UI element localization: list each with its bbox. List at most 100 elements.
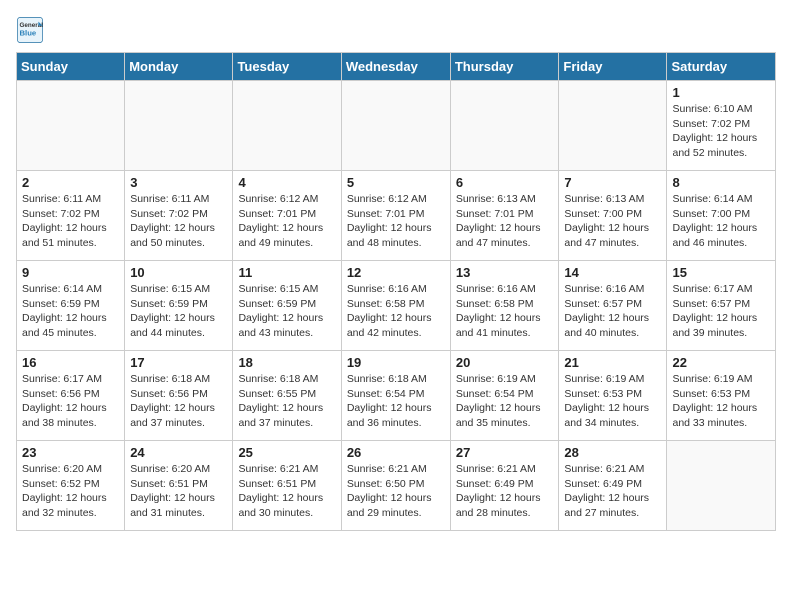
day-number: 18: [238, 355, 335, 370]
calendar-day-cell: [667, 441, 776, 531]
day-info: Sunrise: 6:21 AMSunset: 6:49 PMDaylight:…: [564, 462, 661, 521]
day-number: 5: [347, 175, 445, 190]
day-info: Sunrise: 6:16 AMSunset: 6:58 PMDaylight:…: [347, 282, 445, 341]
day-info: Sunrise: 6:21 AMSunset: 6:50 PMDaylight:…: [347, 462, 445, 521]
day-info: Sunrise: 6:17 AMSunset: 6:56 PMDaylight:…: [22, 372, 119, 431]
calendar-day-header: Friday: [559, 53, 667, 81]
day-number: 3: [130, 175, 227, 190]
day-info: Sunrise: 6:10 AMSunset: 7:02 PMDaylight:…: [672, 102, 770, 161]
calendar-day-cell: 9 Sunrise: 6:14 AMSunset: 6:59 PMDaylight…: [17, 261, 125, 351]
calendar-day-cell: 1 Sunrise: 6:10 AMSunset: 7:02 PMDaylight…: [667, 81, 776, 171]
calendar-day-cell: 25 Sunrise: 6:21 AMSunset: 6:51 PMDayligh…: [233, 441, 341, 531]
calendar-day-cell: 7 Sunrise: 6:13 AMSunset: 7:00 PMDaylight…: [559, 171, 667, 261]
day-info: Sunrise: 6:19 AMSunset: 6:54 PMDaylight:…: [456, 372, 554, 431]
calendar-day-cell: 3 Sunrise: 6:11 AMSunset: 7:02 PMDaylight…: [125, 171, 233, 261]
day-info: Sunrise: 6:14 AMSunset: 6:59 PMDaylight:…: [22, 282, 119, 341]
day-number: 24: [130, 445, 227, 460]
calendar-body: 1 Sunrise: 6:10 AMSunset: 7:02 PMDaylight…: [17, 81, 776, 531]
calendar-day-cell: 10 Sunrise: 6:15 AMSunset: 6:59 PMDayligh…: [125, 261, 233, 351]
calendar-day-cell: 21Sunrise: 6:19 AMSunset: 6:53 PMDayligh…: [559, 351, 667, 441]
logo-icon: General Blue: [16, 16, 44, 44]
day-number: 28: [564, 445, 661, 460]
calendar-day-cell: 23 Sunrise: 6:20 AMSunset: 6:52 PMDayligh…: [17, 441, 125, 531]
calendar-day-cell: 24 Sunrise: 6:20 AMSunset: 6:51 PMDayligh…: [125, 441, 233, 531]
day-number: 11: [238, 265, 335, 280]
day-info: Sunrise: 6:11 AMSunset: 7:02 PMDaylight:…: [22, 192, 119, 251]
day-number: 19: [347, 355, 445, 370]
calendar-week-row: 1 Sunrise: 6:10 AMSunset: 7:02 PMDaylight…: [17, 81, 776, 171]
day-info: Sunrise: 6:16 AMSunset: 6:58 PMDaylight:…: [456, 282, 554, 341]
calendar-day-cell: 26 Sunrise: 6:21 AMSunset: 6:50 PMDayligh…: [341, 441, 450, 531]
day-number: 26: [347, 445, 445, 460]
day-number: 4: [238, 175, 335, 190]
calendar-week-row: 23 Sunrise: 6:20 AMSunset: 6:52 PMDayligh…: [17, 441, 776, 531]
day-info: Sunrise: 6:18 AMSunset: 6:54 PMDaylight:…: [347, 372, 445, 431]
day-info: Sunrise: 6:18 AMSunset: 6:55 PMDaylight:…: [238, 372, 335, 431]
calendar-day-cell: 15 Sunrise: 6:17 AMSunset: 6:57 PMDayligh…: [667, 261, 776, 351]
calendar-week-row: 16 Sunrise: 6:17 AMSunset: 6:56 PMDayligh…: [17, 351, 776, 441]
calendar-day-cell: 19 Sunrise: 6:18 AMSunset: 6:54 PMDayligh…: [341, 351, 450, 441]
calendar-day-cell: 28 Sunrise: 6:21 AMSunset: 6:49 PMDayligh…: [559, 441, 667, 531]
day-info: Sunrise: 6:12 AMSunset: 7:01 PMDaylight:…: [238, 192, 335, 251]
calendar-day-cell: 17 Sunrise: 6:18 AMSunset: 6:56 PMDayligh…: [125, 351, 233, 441]
calendar-day-cell: [559, 81, 667, 171]
day-info: Sunrise: 6:20 AMSunset: 6:51 PMDaylight:…: [130, 462, 227, 521]
day-info: Sunrise: 6:14 AMSunset: 7:00 PMDaylight:…: [672, 192, 770, 251]
calendar-week-row: 2 Sunrise: 6:11 AMSunset: 7:02 PMDaylight…: [17, 171, 776, 261]
calendar-day-header: Saturday: [667, 53, 776, 81]
day-number: 12: [347, 265, 445, 280]
day-number: 2: [22, 175, 119, 190]
day-info: Sunrise: 6:20 AMSunset: 6:52 PMDaylight:…: [22, 462, 119, 521]
calendar-day-cell: [341, 81, 450, 171]
calendar-day-cell: 11 Sunrise: 6:15 AMSunset: 6:59 PMDayligh…: [233, 261, 341, 351]
day-number: 6: [456, 175, 554, 190]
day-number: 8: [672, 175, 770, 190]
day-number: 17: [130, 355, 227, 370]
day-number: 16: [22, 355, 119, 370]
day-info: Sunrise: 6:21 AMSunset: 6:49 PMDaylight:…: [456, 462, 554, 521]
calendar-day-cell: [233, 81, 341, 171]
calendar-day-cell: 18 Sunrise: 6:18 AMSunset: 6:55 PMDayligh…: [233, 351, 341, 441]
day-number: 10: [130, 265, 227, 280]
calendar-day-cell: 22 Sunrise: 6:19 AMSunset: 6:53 PMDayligh…: [667, 351, 776, 441]
calendar-day-header: Sunday: [17, 53, 125, 81]
day-info: Sunrise: 6:18 AMSunset: 6:56 PMDaylight:…: [130, 372, 227, 431]
calendar-day-cell: 13 Sunrise: 6:16 AMSunset: 6:58 PMDayligh…: [450, 261, 559, 351]
calendar-day-cell: [125, 81, 233, 171]
day-number: 9: [22, 265, 119, 280]
calendar-day-cell: 12 Sunrise: 6:16 AMSunset: 6:58 PMDayligh…: [341, 261, 450, 351]
day-number: 23: [22, 445, 119, 460]
day-info: Sunrise: 6:15 AMSunset: 6:59 PMDaylight:…: [238, 282, 335, 341]
day-number: 1: [672, 85, 770, 100]
day-info: Sunrise: 6:19 AMSunset: 6:53 PMDaylight:…: [672, 372, 770, 431]
day-number: 13: [456, 265, 554, 280]
day-info: Sunrise: 6:11 AMSunset: 7:02 PMDaylight:…: [130, 192, 227, 251]
day-number: 7: [564, 175, 661, 190]
day-number: 15: [672, 265, 770, 280]
day-info: Sunrise: 6:17 AMSunset: 6:57 PMDaylight:…: [672, 282, 770, 341]
calendar-day-header: Thursday: [450, 53, 559, 81]
day-number: 22: [672, 355, 770, 370]
calendar-day-header: Wednesday: [341, 53, 450, 81]
calendar-day-cell: 16 Sunrise: 6:17 AMSunset: 6:56 PMDayligh…: [17, 351, 125, 441]
calendar-day-cell: 20Sunrise: 6:19 AMSunset: 6:54 PMDayligh…: [450, 351, 559, 441]
logo: General Blue: [16, 16, 48, 44]
page-header: General Blue: [16, 16, 776, 44]
day-info: Sunrise: 6:13 AMSunset: 7:00 PMDaylight:…: [564, 192, 661, 251]
day-info: Sunrise: 6:15 AMSunset: 6:59 PMDaylight:…: [130, 282, 227, 341]
calendar-day-cell: [450, 81, 559, 171]
calendar-week-row: 9 Sunrise: 6:14 AMSunset: 6:59 PMDaylight…: [17, 261, 776, 351]
calendar-day-cell: 5 Sunrise: 6:12 AMSunset: 7:01 PMDaylight…: [341, 171, 450, 261]
calendar-day-cell: 4 Sunrise: 6:12 AMSunset: 7:01 PMDaylight…: [233, 171, 341, 261]
svg-text:Blue: Blue: [20, 29, 37, 38]
calendar-day-cell: 6Sunrise: 6:13 AMSunset: 7:01 PMDaylight…: [450, 171, 559, 261]
calendar-day-cell: 8 Sunrise: 6:14 AMSunset: 7:00 PMDaylight…: [667, 171, 776, 261]
calendar-header-row: SundayMondayTuesdayWednesdayThursdayFrid…: [17, 53, 776, 81]
calendar-day-header: Monday: [125, 53, 233, 81]
calendar-day-cell: 2 Sunrise: 6:11 AMSunset: 7:02 PMDaylight…: [17, 171, 125, 261]
day-info: Sunrise: 6:21 AMSunset: 6:51 PMDaylight:…: [238, 462, 335, 521]
calendar-table: SundayMondayTuesdayWednesdayThursdayFrid…: [16, 52, 776, 531]
day-number: 14: [564, 265, 661, 280]
day-info: Sunrise: 6:12 AMSunset: 7:01 PMDaylight:…: [347, 192, 445, 251]
day-number: 25: [238, 445, 335, 460]
